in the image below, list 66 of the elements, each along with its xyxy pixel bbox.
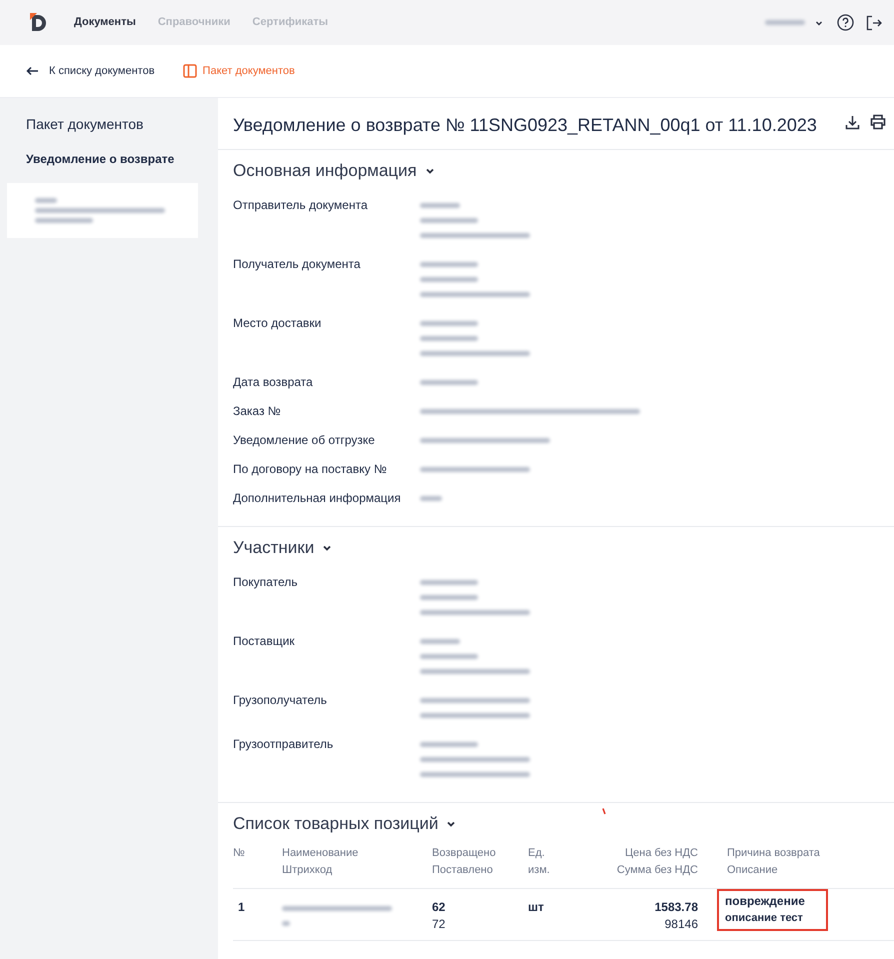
section-title: Участники: [233, 537, 314, 559]
blurred-text-drawing: [420, 380, 478, 385]
blurred-text-drawing: [420, 277, 478, 282]
panel-icon: [182, 64, 197, 78]
blurred-text-drawing: [420, 496, 442, 501]
blurred-text-drawing: [765, 20, 805, 25]
document-title: Уведомление о возврате № 11SNG0923_RETANN_00q1 от 11.10.2023: [233, 114, 818, 137]
table-cell-text: 1: [238, 899, 246, 916]
blurred-text-drawing: [420, 595, 478, 600]
sidebar-title: Пакет документов: [25, 115, 144, 134]
blurred-text-drawing: [420, 218, 478, 223]
blurred-text-drawing: [420, 654, 478, 659]
table-cell-text: 1583.78: [654, 899, 698, 916]
logo-icon[interactable]: [30, 12, 48, 32]
sidebar-group-title: Уведомление о возврате: [25, 151, 176, 168]
field-label: Поставщик: [233, 634, 296, 650]
download-icon[interactable]: [845, 115, 860, 130]
field-label: Уведомление об отгрузке: [233, 433, 376, 448]
column-header: Цена без НДС Сумма без НДС: [578, 845, 727, 888]
blurred-text-drawing: [35, 198, 57, 203]
blurred-text-drawing: [420, 639, 460, 644]
nav-link-tab[interactable]: Документы: [74, 14, 136, 31]
field-label: Грузополучатель: [233, 693, 328, 709]
blurred-text-drawing: [420, 203, 460, 208]
caret-icon[interactable]: [815, 18, 823, 26]
section-title: Список товарных позиций: [233, 813, 438, 835]
field-label: Дополнительная информация: [233, 491, 402, 506]
column-header: Ед. изм.: [528, 845, 578, 888]
chevron-icon[interactable]: [424, 166, 435, 176]
nav-link-tab[interactable]: Справочники: [158, 14, 230, 31]
field-label: Покупатель: [233, 575, 298, 591]
field-label: Место доставки: [233, 316, 322, 332]
logout-icon[interactable]: [866, 14, 882, 30]
blurred-text-drawing: [35, 218, 93, 223]
column-header: Возвращено Поставлено: [432, 845, 528, 888]
section-title: Основная информация: [233, 160, 417, 182]
table-cell-text: описание тест: [725, 911, 804, 926]
help-icon[interactable]: [837, 14, 854, 31]
arrow-left-icon: [26, 66, 39, 76]
chevron-icon[interactable]: [322, 543, 332, 553]
blurred-text-drawing: [282, 921, 290, 926]
package-button[interactable]: Пакет документов: [182, 62, 295, 80]
blurred-text-drawing: [420, 580, 478, 585]
chevron-icon[interactable]: [446, 819, 456, 829]
column-header: №: [233, 845, 282, 888]
table-cell-text: 62: [432, 899, 446, 916]
table-cell-text: 72: [432, 916, 446, 933]
field-label: Грузоотправитель: [233, 737, 334, 753]
field-label: Дата возврата: [233, 375, 314, 390]
annotation-mark: [602, 808, 606, 814]
print-icon[interactable]: [870, 114, 886, 130]
blurred-text-drawing: [420, 336, 478, 341]
field-label: По договору на поставку №: [233, 462, 388, 477]
field-label: Получатель документа: [233, 257, 362, 273]
blurred-text-drawing: [420, 742, 478, 747]
table-cell-text: шт: [528, 899, 545, 916]
blurred-text-drawing: [420, 321, 478, 326]
field-label: Заказ №: [233, 404, 282, 419]
nav-link-tab[interactable]: Сертификаты: [252, 14, 328, 31]
column-header: Наименование Штрихкод: [282, 845, 432, 888]
back-link[interactable]: К списку документов: [26, 62, 155, 80]
column-header: Причина возврата Описание: [727, 845, 894, 888]
table-cell-text: повреждение: [725, 893, 806, 910]
table-cell-text: 98146: [664, 916, 698, 933]
blurred-text-drawing: [420, 262, 478, 267]
field-label: Отправитель документа: [233, 198, 368, 214]
